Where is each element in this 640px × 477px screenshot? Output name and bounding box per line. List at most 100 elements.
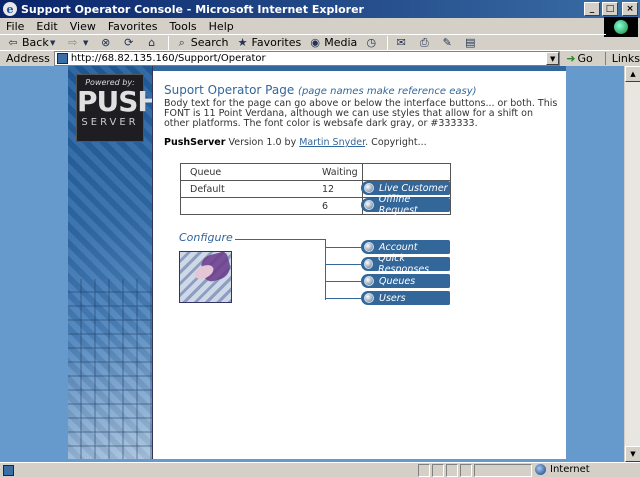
pushserver-logo: Powered by: PUSH SERVER [76, 74, 153, 142]
discuss-button[interactable]: ▤ [463, 35, 479, 49]
waiting-count: 6 [322, 201, 329, 212]
queue-name: Default [190, 184, 225, 195]
refresh-button[interactable]: ⟳ [122, 35, 138, 49]
go-arrow-icon: ➜ [566, 52, 576, 65]
home-button[interactable]: ⌂ [145, 35, 161, 49]
mail-button[interactable]: ✉ [394, 36, 410, 49]
history-icon: ◷ [366, 35, 377, 49]
security-zone: Internet [535, 464, 590, 475]
folder-star-icon: ★ [237, 35, 248, 49]
address-label: Address [6, 52, 50, 65]
table-header-row: Queue Waiting [181, 164, 450, 181]
menu-bar: File Edit View Favorites Tools Help [0, 18, 640, 34]
discuss-icon: ▤ [465, 35, 476, 49]
header-waiting: Waiting [322, 167, 358, 178]
refresh-icon: ⟳ [124, 35, 134, 49]
edit-button[interactable]: ✎ [440, 35, 456, 49]
keyboard-hand-image [179, 251, 232, 303]
globe-icon [535, 464, 546, 475]
stop-button[interactable]: ⊗ [99, 35, 115, 49]
logo-server: SERVER [81, 117, 139, 128]
author-link[interactable]: Martin Snyder [299, 137, 365, 148]
ie-icon: e [3, 2, 17, 16]
scroll-up-icon[interactable]: ▲ [625, 66, 640, 82]
address-input[interactable]: http://68.82.135.160/Support/Operator ▼ [53, 51, 561, 66]
chevron-down-icon[interactable]: ▼ [546, 52, 560, 65]
offline-request-button[interactable]: Offline Request [361, 194, 450, 216]
forward-arrow-icon: ⇨ [68, 35, 78, 49]
forward-button[interactable]: ⇨ ▼ [66, 35, 92, 49]
toolbar-separator [387, 35, 389, 50]
print-button[interactable]: ⎙ [417, 36, 433, 49]
title-bar: e Support Operator Console - Microsoft I… [0, 0, 640, 18]
maximize-button[interactable]: □ [602, 2, 618, 16]
address-url: http://68.82.135.160/Support/Operator [70, 53, 266, 64]
search-button[interactable]: ⌕ Search [175, 36, 229, 49]
status-pane [432, 464, 444, 477]
vertical-scrollbar[interactable]: ▲ ▼ [624, 66, 640, 462]
connector-line [325, 247, 361, 248]
menu-help[interactable]: Help [209, 20, 234, 33]
search-icon: ⌕ [178, 35, 185, 49]
home-icon: ⌂ [148, 35, 156, 49]
chevron-down-icon: ▼ [83, 38, 89, 47]
connector-line [235, 239, 325, 240]
scroll-down-icon[interactable]: ▼ [625, 446, 640, 462]
edit-icon: ✎ [442, 35, 452, 49]
queues-button[interactable]: Queues [361, 274, 450, 288]
account-button[interactable]: Account [361, 240, 450, 254]
favorites-button[interactable]: ★ Favorites [236, 36, 302, 49]
page-title: Suport Operator Page (page names make re… [164, 83, 477, 97]
header-queue: Queue [190, 167, 222, 178]
minimize-button[interactable]: _ [584, 2, 600, 16]
menu-file[interactable]: File [6, 20, 24, 33]
window-title: Support Operator Console - Microsoft Int… [21, 2, 364, 16]
users-button[interactable]: Users [361, 291, 450, 305]
connector-line [325, 264, 361, 265]
status-pane [460, 464, 472, 477]
menu-edit[interactable]: Edit [36, 20, 57, 33]
links-button[interactable]: Links [604, 52, 640, 65]
status-pane [446, 464, 458, 477]
status-pane [418, 464, 430, 477]
menu-tools[interactable]: Tools [170, 20, 197, 33]
toolbar-separator [167, 35, 169, 50]
back-arrow-icon: ⇦ [8, 35, 18, 49]
configure-heading: Configure [179, 231, 233, 244]
chevron-down-icon: ▼ [50, 38, 56, 47]
logo-push: PUSH [77, 85, 153, 118]
bullet-icon [364, 259, 374, 269]
stop-icon: ⊗ [101, 35, 111, 49]
back-button[interactable]: ⇦ Back ▼ [6, 36, 59, 49]
connector-line [325, 239, 326, 300]
bullet-icon [364, 242, 374, 252]
connector-line [325, 281, 361, 282]
bullet-icon [364, 183, 374, 193]
close-button[interactable]: × [622, 2, 638, 16]
product-name: PushServer [164, 137, 226, 148]
media-button[interactable]: ◉ Media [308, 36, 357, 49]
live-customer-button[interactable]: Live Customer [361, 181, 450, 195]
go-button[interactable]: ➜ Go [566, 52, 592, 65]
quick-responses-button[interactable]: Quick Responses [361, 253, 450, 275]
status-pane [474, 464, 532, 477]
windows-logo-icon [604, 17, 638, 37]
address-bar: Address http://68.82.135.160/Support/Ope… [0, 50, 640, 66]
media-icon: ◉ [310, 35, 321, 49]
keyboard-pattern [68, 279, 152, 459]
body-text: Body text for the page can go above or b… [164, 98, 558, 129]
bullet-icon [364, 276, 374, 286]
menu-view[interactable]: View [70, 20, 96, 33]
menu-favorites[interactable]: Favorites [108, 20, 158, 33]
page-viewport: Powered by: PUSH SERVER Suport Operator … [0, 66, 640, 462]
bullet-icon [364, 200, 374, 210]
connector-line [325, 298, 361, 299]
page-done-icon [3, 464, 14, 476]
history-button[interactable]: ◷ [364, 35, 380, 49]
status-bar: Internet [0, 462, 640, 477]
version-line: PushServer Version 1.0 by Martin Snyder.… [164, 137, 427, 148]
sidebar-keyboard-image: Powered by: PUSH SERVER [68, 66, 153, 459]
page-title-note: (page names make reference easy) [298, 86, 477, 97]
content-panel: Suport Operator Page (page names make re… [153, 66, 566, 459]
page-icon [56, 53, 68, 64]
